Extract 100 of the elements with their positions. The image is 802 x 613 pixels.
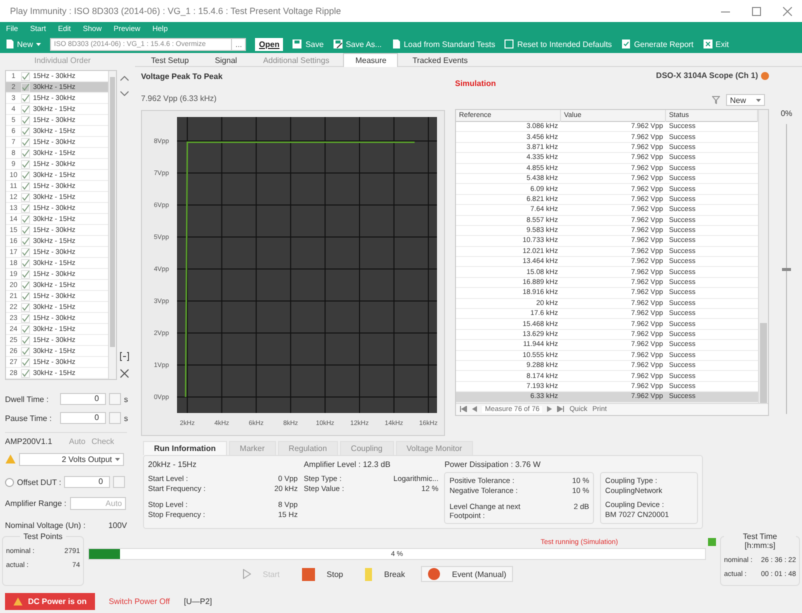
amplifier-name: AMP200V1.1	[5, 436, 54, 446]
reading-text: 7.962 Vpp (6.33 kHz)	[141, 94, 218, 105]
panel-title: Individual Order	[33, 56, 92, 67]
square-icon	[504, 39, 514, 49]
cross-icon[interactable]	[120, 369, 129, 378]
event-button[interactable]: Event (Manual)	[421, 566, 514, 582]
unit-label: s	[124, 414, 128, 423]
indicator-icon	[708, 538, 716, 546]
pause-bar-icon	[365, 568, 372, 580]
checkbox[interactable]	[21, 192, 30, 202]
checkbox[interactable]	[21, 314, 30, 323]
field-label: Amplifier Range :	[5, 498, 67, 508]
filter-icon[interactable]	[712, 96, 720, 104]
field-label: Dwell Time :	[5, 394, 50, 404]
checkbox[interactable]	[21, 358, 30, 367]
tab[interactable]: Measure	[343, 53, 398, 67]
offset-field[interactable]: 0	[64, 476, 110, 488]
zoom-label: 0%	[780, 109, 792, 118]
checkbox[interactable]	[21, 270, 30, 279]
play-icon	[242, 569, 251, 579]
floppy-icon	[292, 39, 302, 49]
checkbox[interactable]	[21, 226, 30, 235]
bracket-icon[interactable]	[120, 352, 129, 362]
open-button[interactable]: Open	[255, 38, 284, 50]
checkbox[interactable]	[21, 292, 30, 301]
checkbox[interactable]	[21, 248, 30, 257]
instrument-label: DSO-X 3104A Scope (Ch 1)	[656, 71, 758, 80]
record-circle-icon	[428, 568, 440, 580]
floppy-pen-icon	[332, 39, 343, 49]
info-heading: 20kHz - 15Hz	[148, 460, 198, 471]
warning-icon	[13, 596, 23, 606]
checkbox[interactable]	[21, 346, 30, 356]
stop-square-icon	[302, 568, 315, 580]
checkbox[interactable]	[21, 336, 30, 345]
tab[interactable]: Tracked Events	[400, 53, 480, 67]
chevron-down-icon[interactable]	[120, 91, 129, 96]
tab[interactable]: Test Setup	[139, 53, 201, 67]
close-button[interactable]	[783, 6, 792, 16]
switch-power-button[interactable]: Switch Power Off	[108, 596, 170, 606]
field-label: Pause Time :	[5, 414, 53, 423]
unit-label: s	[124, 394, 128, 404]
document-icon	[6, 39, 14, 49]
checkbox[interactable]	[21, 72, 30, 81]
view-dropdown[interactable]: New	[726, 94, 765, 106]
info-heading: Amplifier Level : 12.3 dB	[304, 460, 392, 471]
pause-time-field[interactable]: 0	[60, 412, 106, 424]
tab[interactable]: Signal	[202, 53, 250, 67]
field-label: Nominal Voltage (Un) :	[5, 521, 86, 530]
previous-icon[interactable]	[472, 406, 477, 412]
power-status-button[interactable]: DC Power is on	[5, 592, 95, 610]
checkbox[interactable]	[21, 160, 30, 169]
field-label: Offset DUT :	[17, 478, 61, 487]
checkbox[interactable]	[21, 368, 30, 378]
chart-title: Voltage Peak To Peak	[141, 72, 224, 83]
chevron-up-icon[interactable]	[120, 76, 129, 82]
checkbox[interactable]	[21, 82, 30, 92]
last-icon[interactable]	[557, 406, 564, 412]
checkbox[interactable]	[21, 236, 30, 246]
stop-button[interactable]: Stop	[296, 566, 350, 582]
browse-button[interactable]: ...	[231, 38, 246, 50]
status-dot-icon	[761, 72, 769, 80]
info-heading: Power Dissipation : 3.76 W	[444, 460, 542, 471]
field-value: 100V	[108, 521, 127, 530]
checkbox[interactable]	[21, 170, 30, 180]
maximize-button[interactable]	[752, 6, 761, 16]
report-icon	[620, 39, 631, 49]
window-title: Play Immunity : ISO 8D303 (2014-06) : VG_1 : 15.4.6 : Test Present Voltage Ripple	[10, 6, 342, 16]
checkbox[interactable]	[21, 204, 30, 213]
checkbox[interactable]	[21, 138, 30, 147]
checkbox[interactable]	[5, 478, 14, 487]
slider-thumb[interactable]	[782, 268, 791, 271]
checkbox[interactable]	[21, 182, 30, 191]
checkbox[interactable]	[21, 324, 30, 334]
next-icon[interactable]	[547, 406, 552, 412]
tab[interactable]: Run Information	[143, 441, 227, 455]
checkbox[interactable]	[21, 94, 30, 103]
caret-icon	[756, 98, 761, 102]
warning-icon	[5, 454, 16, 464]
group-title: Test Time [h:mm:s]	[724, 532, 796, 550]
output-dropdown[interactable]: 2 Volts Output	[19, 452, 124, 466]
first-icon[interactable]	[460, 406, 467, 412]
checkbox[interactable]	[21, 148, 30, 158]
checkbox[interactable]	[21, 258, 30, 268]
scrollbar[interactable]	[108, 71, 116, 380]
checkbox[interactable]	[21, 116, 30, 125]
caret-icon	[115, 458, 120, 461]
checkbox[interactable]	[21, 280, 30, 290]
dwell-time-field[interactable]: 0	[60, 393, 106, 406]
scrollbar[interactable]	[758, 110, 768, 403]
port-label: [U—P2]	[184, 596, 212, 606]
break-button[interactable]: Break	[359, 566, 412, 582]
checkbox[interactable]	[21, 302, 30, 312]
caret-icon	[36, 42, 42, 46]
checkbox[interactable]	[21, 104, 30, 114]
mode-label: Simulation	[455, 79, 496, 88]
checkbox[interactable]	[21, 126, 30, 136]
exit-icon	[702, 39, 713, 49]
group-title: Test Points	[20, 532, 66, 541]
page-icon	[390, 39, 401, 49]
checkbox[interactable]	[21, 214, 30, 224]
